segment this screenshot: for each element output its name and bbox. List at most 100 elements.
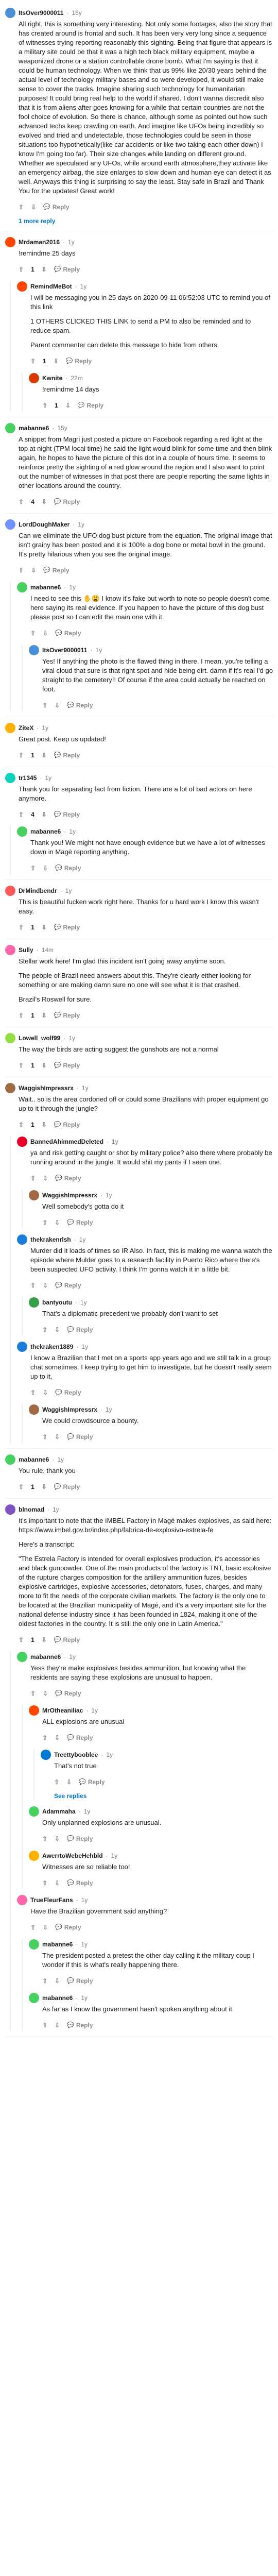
comment-author[interactable]: BannedAhimmedDeleted (30, 1137, 103, 1146)
comment-author[interactable]: ItsOver9000011 (42, 646, 87, 655)
avatar[interactable] (5, 723, 15, 733)
comment-author[interactable]: MrOtheaniliac (42, 1706, 83, 1715)
avatar[interactable] (29, 1404, 39, 1415)
downvote-icon[interactable]: ⇩ (42, 1061, 47, 1070)
reply-button[interactable]: 💬 Reply (67, 1878, 93, 1888)
comment-author[interactable]: ItsOver9000011 (19, 8, 63, 18)
upvote-icon[interactable]: ⇧ (19, 1011, 24, 1020)
reply-button[interactable]: 💬 Reply (54, 751, 80, 760)
comment-author[interactable]: LordDoughMaker (19, 520, 70, 529)
avatar[interactable] (5, 8, 15, 18)
comment-author[interactable]: Sully (19, 945, 33, 955)
avatar[interactable] (29, 1297, 39, 1308)
comment-author[interactable]: mabanne6 (30, 827, 61, 836)
upvote-icon[interactable]: ⇧ (19, 1482, 24, 1492)
upvote-icon[interactable]: ⇧ (42, 1878, 47, 1888)
avatar[interactable] (29, 1993, 39, 2003)
upvote-icon[interactable]: ⇧ (42, 1432, 47, 1442)
reply-button[interactable]: 💬 Reply (66, 357, 92, 366)
upvote-icon[interactable]: ⇧ (54, 1777, 59, 1787)
comment-author[interactable]: AwerrtoWebeHehbld (42, 1851, 103, 1860)
reply-button[interactable]: 💬 Reply (55, 1281, 81, 1290)
comment-author[interactable]: mabanne6 (19, 423, 49, 433)
upvote-icon[interactable]: ⇧ (19, 566, 24, 575)
upvote-icon[interactable]: ⇧ (30, 1689, 36, 1698)
downvote-icon[interactable]: ⇩ (42, 497, 47, 506)
avatar[interactable] (29, 1705, 39, 1716)
reply-button[interactable]: 💬 Reply (43, 202, 69, 212)
downvote-icon[interactable]: ⇩ (55, 2021, 60, 2030)
avatar[interactable] (5, 1033, 15, 1043)
downvote-icon[interactable]: ⇩ (43, 1281, 48, 1290)
downvote-icon[interactable]: ⇩ (43, 629, 48, 638)
downvote-icon[interactable]: ⇩ (31, 566, 36, 575)
avatar[interactable] (5, 1083, 15, 1093)
upvote-icon[interactable]: ⇧ (42, 1834, 47, 1843)
avatar[interactable] (17, 1342, 27, 1352)
downvote-icon[interactable]: ⇩ (55, 1976, 60, 1986)
downvote-icon[interactable]: ⇩ (42, 1635, 47, 1645)
downvote-icon[interactable]: ⇩ (55, 1878, 60, 1888)
upvote-icon[interactable]: ⇧ (30, 1923, 36, 1932)
avatar[interactable] (5, 886, 15, 896)
reply-button[interactable]: 💬 Reply (54, 265, 80, 274)
avatar[interactable] (5, 237, 15, 247)
reply-button[interactable]: 💬 Reply (55, 1174, 81, 1183)
avatar[interactable] (5, 773, 15, 783)
avatar[interactable] (29, 1851, 39, 1861)
avatar[interactable] (17, 1137, 27, 1147)
avatar[interactable] (29, 1806, 39, 1817)
upvote-icon[interactable]: ⇧ (42, 1733, 47, 1742)
avatar[interactable] (29, 1939, 39, 1950)
reply-button[interactable]: 💬 Reply (54, 923, 80, 932)
reply-button[interactable]: 💬 Reply (54, 1011, 80, 1020)
reply-button[interactable]: 💬 Reply (67, 1733, 93, 1742)
upvote-icon[interactable]: ⇧ (19, 497, 24, 506)
reply-button[interactable]: 💬 Reply (79, 1777, 105, 1787)
upvote-icon[interactable]: ⇧ (19, 923, 24, 932)
comment-author[interactable]: thekraken1889 (30, 1342, 73, 1351)
avatar[interactable] (5, 1504, 15, 1515)
reply-button[interactable]: 💬 Reply (78, 401, 103, 410)
upvote-icon[interactable]: ⇧ (30, 1174, 36, 1183)
downvote-icon[interactable]: ⇩ (55, 1834, 60, 1843)
reply-button[interactable]: 💬 Reply (67, 1218, 93, 1227)
upvote-icon[interactable]: ⇧ (19, 1635, 24, 1645)
downvote-icon[interactable]: ⇩ (42, 923, 47, 932)
upvote-icon[interactable]: ⇧ (42, 401, 47, 410)
comment-author[interactable]: thekrakenrlsh (30, 1235, 71, 1244)
downvote-icon[interactable]: ⇩ (42, 1120, 47, 1129)
avatar[interactable] (17, 281, 27, 292)
downvote-icon[interactable]: ⇩ (43, 1388, 48, 1397)
reply-button[interactable]: 💬 Reply (67, 1834, 93, 1843)
downvote-icon[interactable]: ⇩ (42, 1011, 47, 1020)
avatar[interactable] (29, 645, 39, 655)
comment-author[interactable]: Adammaha (42, 1807, 76, 1816)
comment-author[interactable]: ZiteX (19, 723, 33, 733)
reply-button[interactable]: 💬 Reply (55, 1689, 81, 1698)
avatar[interactable] (29, 373, 39, 383)
comment-author[interactable]: Mrdaman2016 (19, 238, 60, 247)
downvote-icon[interactable]: ⇩ (43, 1174, 48, 1183)
downvote-icon[interactable]: ⇩ (43, 1923, 48, 1932)
downvote-icon[interactable]: ⇩ (55, 701, 60, 710)
reply-button[interactable]: 💬 Reply (67, 2021, 93, 2030)
upvote-icon[interactable]: ⇧ (30, 863, 36, 873)
reply-button[interactable]: 💬 Reply (55, 1388, 81, 1397)
downvote-icon[interactable]: ⇩ (43, 1689, 48, 1698)
upvote-icon[interactable]: ⇧ (19, 265, 24, 274)
comment-author[interactable]: WaggishImpressrx (19, 1083, 74, 1093)
reply-button[interactable]: 💬 Reply (67, 1325, 93, 1334)
avatar[interactable] (17, 1895, 27, 1905)
more-replies-link[interactable]: 1 more reply (5, 216, 273, 226)
upvote-icon[interactable]: ⇧ (19, 1120, 24, 1129)
comment-author[interactable]: TrueFleurFans (30, 1895, 73, 1905)
reply-button[interactable]: 💬 Reply (55, 1923, 81, 1932)
reply-button[interactable]: 💬 Reply (54, 497, 80, 506)
reply-button[interactable]: 💬 Reply (67, 1976, 93, 1986)
downvote-icon[interactable]: ⇩ (42, 1482, 47, 1492)
upvote-icon[interactable]: ⇧ (42, 701, 47, 710)
downvote-icon[interactable]: ⇩ (55, 1325, 60, 1334)
downvote-icon[interactable]: ⇩ (42, 265, 47, 274)
reply-button[interactable]: 💬 Reply (54, 1120, 80, 1129)
